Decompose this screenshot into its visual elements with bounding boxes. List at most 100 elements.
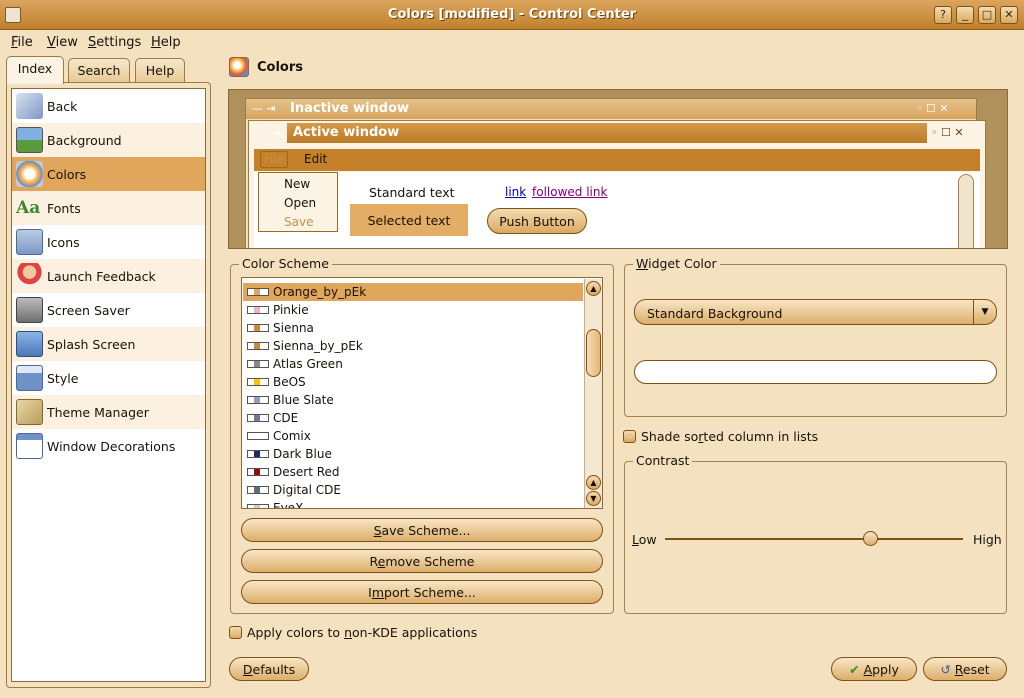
nav-item-launch-feedback[interactable]: Launch Feedback <box>12 259 205 293</box>
scheme-list-item[interactable]: Comix <box>243 427 583 445</box>
scheme-name: Digital CDE <box>273 483 341 497</box>
scheme-list-item[interactable]: Atlas Green <box>243 355 583 373</box>
nav-item-back[interactable]: Back <box>12 89 205 123</box>
preview-popup-new: New <box>284 177 311 191</box>
scheme-list-item[interactable]: Dark Blue <box>243 445 583 463</box>
tab-search[interactable]: Search <box>68 58 130 82</box>
widget-color-button[interactable] <box>634 360 997 384</box>
nav-item-colors[interactable]: Colors <box>12 157 205 191</box>
nav-item-label: Colors <box>47 167 87 182</box>
window-titlebar[interactable]: Colors [modified] - Control Center ? _ □… <box>0 0 1024 30</box>
undo-icon: ↺ <box>940 662 955 677</box>
apply-button[interactable]: ✔ Apply <box>831 657 917 681</box>
scheme-swatch <box>247 342 269 350</box>
scheme-list-item[interactable]: Digital CDE <box>243 481 583 499</box>
scroll-up-icon[interactable]: ▲ <box>586 281 601 296</box>
reset-button[interactable]: ↺ Reset <box>923 657 1007 681</box>
preview-active-window: Active window — ⇥ ◦ ☐ ✕ File Edit Standa… <box>248 120 986 248</box>
scheme-scrollbar[interactable]: ▲ ▲ ▼ <box>584 279 602 508</box>
widget-color-select[interactable]: Standard Background ▼ <box>634 299 997 325</box>
screen-saver-icon <box>16 297 43 323</box>
scheme-swatch <box>247 414 269 422</box>
shade-sorted-checkbox[interactable] <box>623 430 636 443</box>
menu-file[interactable]: File <box>11 35 33 50</box>
scheme-name: Comix <box>273 429 311 443</box>
close-button[interactable]: ✕ <box>1000 6 1018 24</box>
nav-item-splash-screen[interactable]: Splash Screen <box>12 327 205 361</box>
scheme-list-item[interactable]: Pinkie <box>243 301 583 319</box>
scheme-name: Atlas Green <box>273 357 343 371</box>
preview-active-left-buttons: — ⇥ <box>257 126 281 139</box>
nav-item-style[interactable]: Style <box>12 361 205 395</box>
window-decorations-icon <box>16 433 43 459</box>
color-scheme-label: Color Scheme <box>239 256 332 271</box>
scroll-up-icon[interactable]: ▲ <box>586 475 601 490</box>
scheme-name: EveX <box>273 501 304 509</box>
scheme-swatch <box>247 378 269 386</box>
maximize-button[interactable]: □ <box>978 6 996 24</box>
nav-item-background[interactable]: Background <box>12 123 205 157</box>
preview-menu-file: File <box>260 151 288 168</box>
contrast-slider-handle[interactable] <box>862 531 878 546</box>
scheme-name: Blue Slate <box>273 393 334 407</box>
preview-standard-text: Standard text <box>369 185 455 200</box>
menu-settings[interactable]: Settings <box>88 35 141 50</box>
scheme-swatch <box>247 432 269 440</box>
nav-item-label: Theme Manager <box>47 405 149 420</box>
nav-item-label: Back <box>47 99 78 114</box>
contrast-slider-track[interactable] <box>665 538 963 540</box>
back-arrow-icon <box>16 93 43 119</box>
scheme-list-item[interactable]: BeOS <box>243 373 583 391</box>
menu-view[interactable]: View <box>47 35 78 50</box>
save-scheme-button[interactable]: Save Scheme... <box>241 518 603 542</box>
scheme-name: BeOS <box>273 375 306 389</box>
chevron-down-icon[interactable]: ▼ <box>973 300 996 324</box>
preview-push-button: Push Button <box>487 208 587 234</box>
launch-feedback-icon <box>16 263 43 289</box>
icons-icon <box>16 229 43 255</box>
nav-item-screen-saver[interactable]: Screen Saver <box>12 293 205 327</box>
scheme-list-item[interactable]: EveX <box>243 499 583 509</box>
preview-link: link <box>505 185 527 199</box>
nav-item-label: Splash Screen <box>47 337 136 352</box>
scheme-list-item[interactable]: Sienna <box>243 319 583 337</box>
module-list[interactable]: Back Background Colors Aa Fonts Icons La… <box>11 88 206 682</box>
scheme-list-item[interactable]: CDE <box>243 409 583 427</box>
apply-non-kde-checkbox[interactable] <box>229 626 242 639</box>
widget-color-group: Widget Color <box>624 256 1007 417</box>
import-scheme-button[interactable]: Import Scheme... <box>241 580 603 604</box>
nav-item-label: Style <box>47 371 79 386</box>
nav-item-window-decorations[interactable]: Window Decorations <box>12 429 205 463</box>
scheme-list-item[interactable]: Sienna_by_pEk <box>243 337 583 355</box>
nav-item-icons[interactable]: Icons <box>12 225 205 259</box>
checkmark-icon: ✔ <box>849 662 864 677</box>
scheme-swatch <box>247 504 269 508</box>
scheme-swatch <box>247 396 269 404</box>
background-icon <box>16 127 43 153</box>
tab-index[interactable]: Index <box>6 56 64 84</box>
widget-color-selected: Standard Background <box>647 306 783 321</box>
scroll-thumb[interactable] <box>586 329 601 377</box>
preview-active-title: Active window <box>287 123 927 143</box>
scheme-list-item[interactable]: Desert Red <box>243 463 583 481</box>
scroll-down-icon[interactable]: ▼ <box>586 491 601 506</box>
help-button[interactable]: ? <box>934 6 952 24</box>
remove-scheme-button[interactable]: Remove Scheme <box>241 549 603 573</box>
shade-sorted-label: Shade sorted column in lists <box>641 429 819 444</box>
preview-popup-menu: New Open Save <box>258 172 338 232</box>
nav-item-fonts[interactable]: Aa Fonts <box>12 191 205 225</box>
menu-help[interactable]: Help <box>151 35 181 50</box>
scheme-name: Orange_by_pEk <box>273 285 367 299</box>
scheme-list[interactable]: Orange_by_pEk Pinkie Sienna Sienna_by_pEk At… <box>241 277 603 509</box>
scheme-list-item[interactable]: Blue Slate <box>243 391 583 409</box>
scheme-name: Sienna <box>273 321 314 335</box>
defaults-button[interactable]: Defaults <box>229 657 309 681</box>
contrast-label: Contrast <box>633 453 693 468</box>
menu-bar: File View Settings Help <box>0 31 1024 55</box>
minimize-button[interactable]: _ <box>956 6 974 24</box>
preview-active-right-buttons: ◦ ☐ ✕ <box>931 126 964 139</box>
preview-menubar: File Edit <box>254 149 980 171</box>
scheme-list-item[interactable]: Orange_by_pEk <box>243 283 583 301</box>
tab-help[interactable]: Help <box>135 58 185 82</box>
nav-item-theme-manager[interactable]: Theme Manager <box>12 395 205 429</box>
